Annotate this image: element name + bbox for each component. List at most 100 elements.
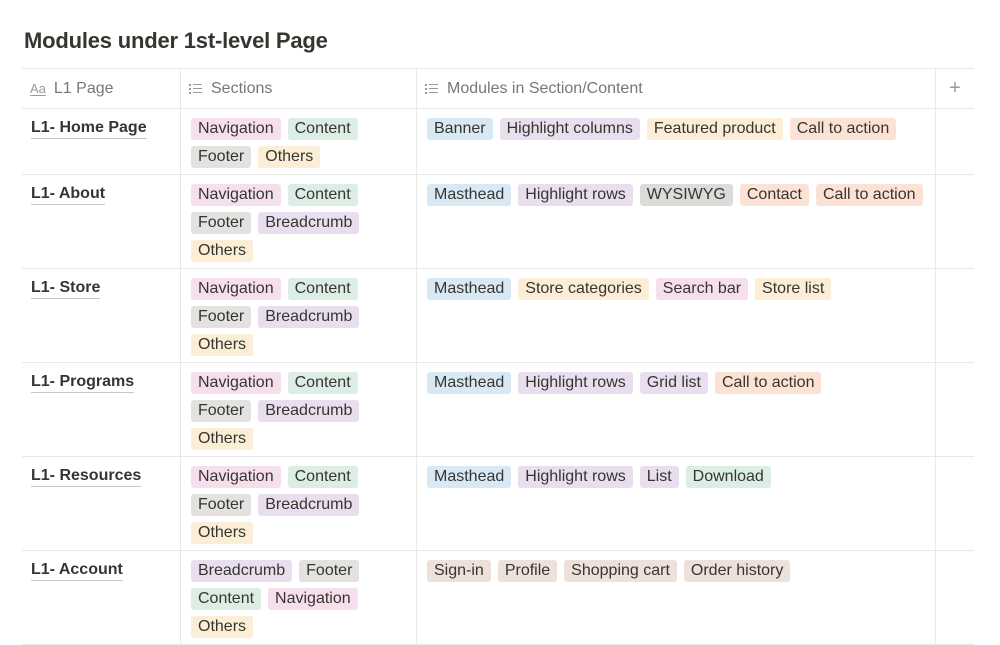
table-row[interactable]: L1- Resources Navigation Content Footer Brea… <box>22 457 974 551</box>
multi-select-tag: Masthead <box>427 372 512 394</box>
multi-select-tag: List <box>639 466 679 488</box>
column-header-label: Modules in Section/Content <box>447 79 643 97</box>
sections-cell[interactable]: Navigation Content Footer Breadcrumb Others <box>181 363 417 456</box>
modules-cell[interactable]: Masthead Highlight rows Grid list Call to a… <box>417 363 936 456</box>
multi-select-tag: Navigation <box>191 118 281 140</box>
empty-cell <box>936 109 974 174</box>
empty-cell <box>936 175 974 268</box>
table-row[interactable]: L1- About Navigation Content Footer Breadcru… <box>22 175 974 269</box>
column-header-l1-page[interactable]: Aa L1 Page <box>22 69 181 108</box>
page-name-link[interactable]: L1- Store <box>31 279 101 299</box>
multi-select-tag: Others <box>258 146 321 168</box>
multi-select-tag: Search bar <box>655 278 749 300</box>
table-row[interactable]: L1- Programs Navigation Content Footer Bread… <box>22 363 974 457</box>
multi-select-tag: Content <box>287 278 358 300</box>
multi-select-tag: Others <box>191 522 254 544</box>
l1-page-cell[interactable]: L1- Programs <box>22 363 181 456</box>
tag-list: Sign-in Profile Shopping cart Order history <box>427 560 927 582</box>
multi-select-tag: Content <box>287 372 358 394</box>
multi-select-tag: Download <box>685 466 771 488</box>
sections-cell[interactable]: Navigation Content Footer Others <box>181 109 417 174</box>
page-title: Modules under 1st-level Page <box>24 28 328 53</box>
table-row[interactable]: L1- Store Navigation Content Footer Breadcru… <box>22 269 974 363</box>
multi-select-tag: Order history <box>683 560 791 582</box>
multi-select-tag: Navigation <box>191 372 281 394</box>
empty-cell <box>936 269 974 362</box>
text-property-icon: Aa <box>30 81 46 96</box>
multi-select-tag: Call to action <box>789 118 897 140</box>
l1-page-cell[interactable]: L1- Resources <box>22 457 181 550</box>
modules-cell[interactable]: Masthead Highlight rows List Download <box>417 457 936 550</box>
page-name-link[interactable]: L1- About <box>31 185 106 205</box>
multi-select-tag: Highlight rows <box>518 184 633 206</box>
multi-select-tag: Featured product <box>646 118 783 140</box>
multi-select-tag: Others <box>191 334 254 356</box>
tag-list: Navigation Content Footer Breadcrumb Others <box>191 466 408 544</box>
sections-cell[interactable]: Navigation Content Footer Breadcrumb Others <box>181 175 417 268</box>
multi-select-tag: Breadcrumb <box>191 560 293 582</box>
multi-select-tag: WYSIWYG <box>639 184 733 206</box>
tag-list: Navigation Content Footer Breadcrumb Others <box>191 278 408 356</box>
multi-select-tag: Highlight columns <box>499 118 640 140</box>
multi-select-tag: Footer <box>191 212 252 234</box>
l1-page-cell[interactable]: L1- About <box>22 175 181 268</box>
table-body: L1- Home Page Navigation Content Footer Othe… <box>22 109 974 645</box>
multi-select-tag: Others <box>191 616 254 638</box>
modules-cell[interactable]: Sign-in Profile Shopping cart Order history <box>417 551 936 644</box>
sections-cell[interactable]: Navigation Content Footer Breadcrumb Others <box>181 457 417 550</box>
modules-cell[interactable]: Banner Highlight columns Featured product C… <box>417 109 936 174</box>
tag-list: Navigation Content Footer Others <box>191 118 408 168</box>
multi-select-tag: Breadcrumb <box>258 212 360 234</box>
multi-select-tag: Masthead <box>427 466 512 488</box>
multi-select-tag: Navigation <box>191 278 281 300</box>
modules-cell[interactable]: Masthead Store categories Search bar Store … <box>417 269 936 362</box>
multi-select-tag: Navigation <box>191 466 281 488</box>
column-header-modules[interactable]: Modules in Section/Content <box>417 69 936 108</box>
column-header-label: L1 Page <box>53 79 114 97</box>
multi-select-tag: Navigation <box>268 588 358 610</box>
multi-select-tag: Content <box>287 466 358 488</box>
multi-select-tag: Highlight rows <box>518 372 633 394</box>
multi-select-tag: Sign-in <box>427 560 491 582</box>
l1-page-cell[interactable]: L1- Account <box>22 551 181 644</box>
l1-page-cell[interactable]: L1- Store <box>22 269 181 362</box>
column-header-label: Sections <box>211 79 273 97</box>
page-name-link[interactable]: L1- Home Page <box>31 119 147 139</box>
multi-select-tag: Footer <box>299 560 360 582</box>
multi-select-tag: Store categories <box>518 278 649 300</box>
list-property-icon <box>189 83 202 94</box>
l1-page-cell[interactable]: L1- Home Page <box>22 109 181 174</box>
page-name-link[interactable]: L1- Account <box>31 561 123 581</box>
multi-select-tag: Footer <box>191 400 252 422</box>
multi-select-tag: Content <box>191 588 262 610</box>
tag-list: Masthead Highlight rows Grid list Call to a… <box>427 372 927 394</box>
multi-select-tag: Masthead <box>427 184 512 206</box>
add-property-button[interactable]: + <box>936 69 974 108</box>
table-header-row: Aa L1 Page Sections Modules in Section/C… <box>22 69 974 109</box>
multi-select-tag: Masthead <box>427 278 512 300</box>
multi-select-tag: Content <box>287 118 358 140</box>
plus-icon: + <box>949 77 961 99</box>
multi-select-tag: Banner <box>427 118 493 140</box>
sections-cell[interactable]: Navigation Content Footer Breadcrumb Others <box>181 269 417 362</box>
multi-select-tag: Call to action <box>714 372 822 394</box>
empty-cell <box>936 551 974 644</box>
modules-cell[interactable]: Masthead Highlight rows WYSIWYG Contact Call… <box>417 175 936 268</box>
tag-list: Navigation Content Footer Breadcrumb Others <box>191 372 408 450</box>
multi-select-tag: Footer <box>191 306 252 328</box>
multi-select-tag: Others <box>191 428 254 450</box>
sections-cell[interactable]: Breadcrumb Footer Content Navigation Others <box>181 551 417 644</box>
multi-select-tag: Profile <box>497 560 558 582</box>
page-name-link[interactable]: L1- Resources <box>31 467 142 487</box>
table-row[interactable]: L1- Home Page Navigation Content Footer Othe… <box>22 109 974 175</box>
tag-list: Masthead Store categories Search bar Store … <box>427 278 927 300</box>
multi-select-tag: Content <box>287 184 358 206</box>
multi-select-tag: Contact <box>739 184 809 206</box>
page-name-link[interactable]: L1- Programs <box>31 373 135 393</box>
column-header-sections[interactable]: Sections <box>181 69 417 108</box>
multi-select-tag: Footer <box>191 146 252 168</box>
tag-list: Masthead Highlight rows List Download <box>427 466 927 488</box>
multi-select-tag: Highlight rows <box>518 466 633 488</box>
tag-list: Breadcrumb Footer Content Navigation Others <box>191 560 408 638</box>
empty-cell <box>936 457 974 550</box>
